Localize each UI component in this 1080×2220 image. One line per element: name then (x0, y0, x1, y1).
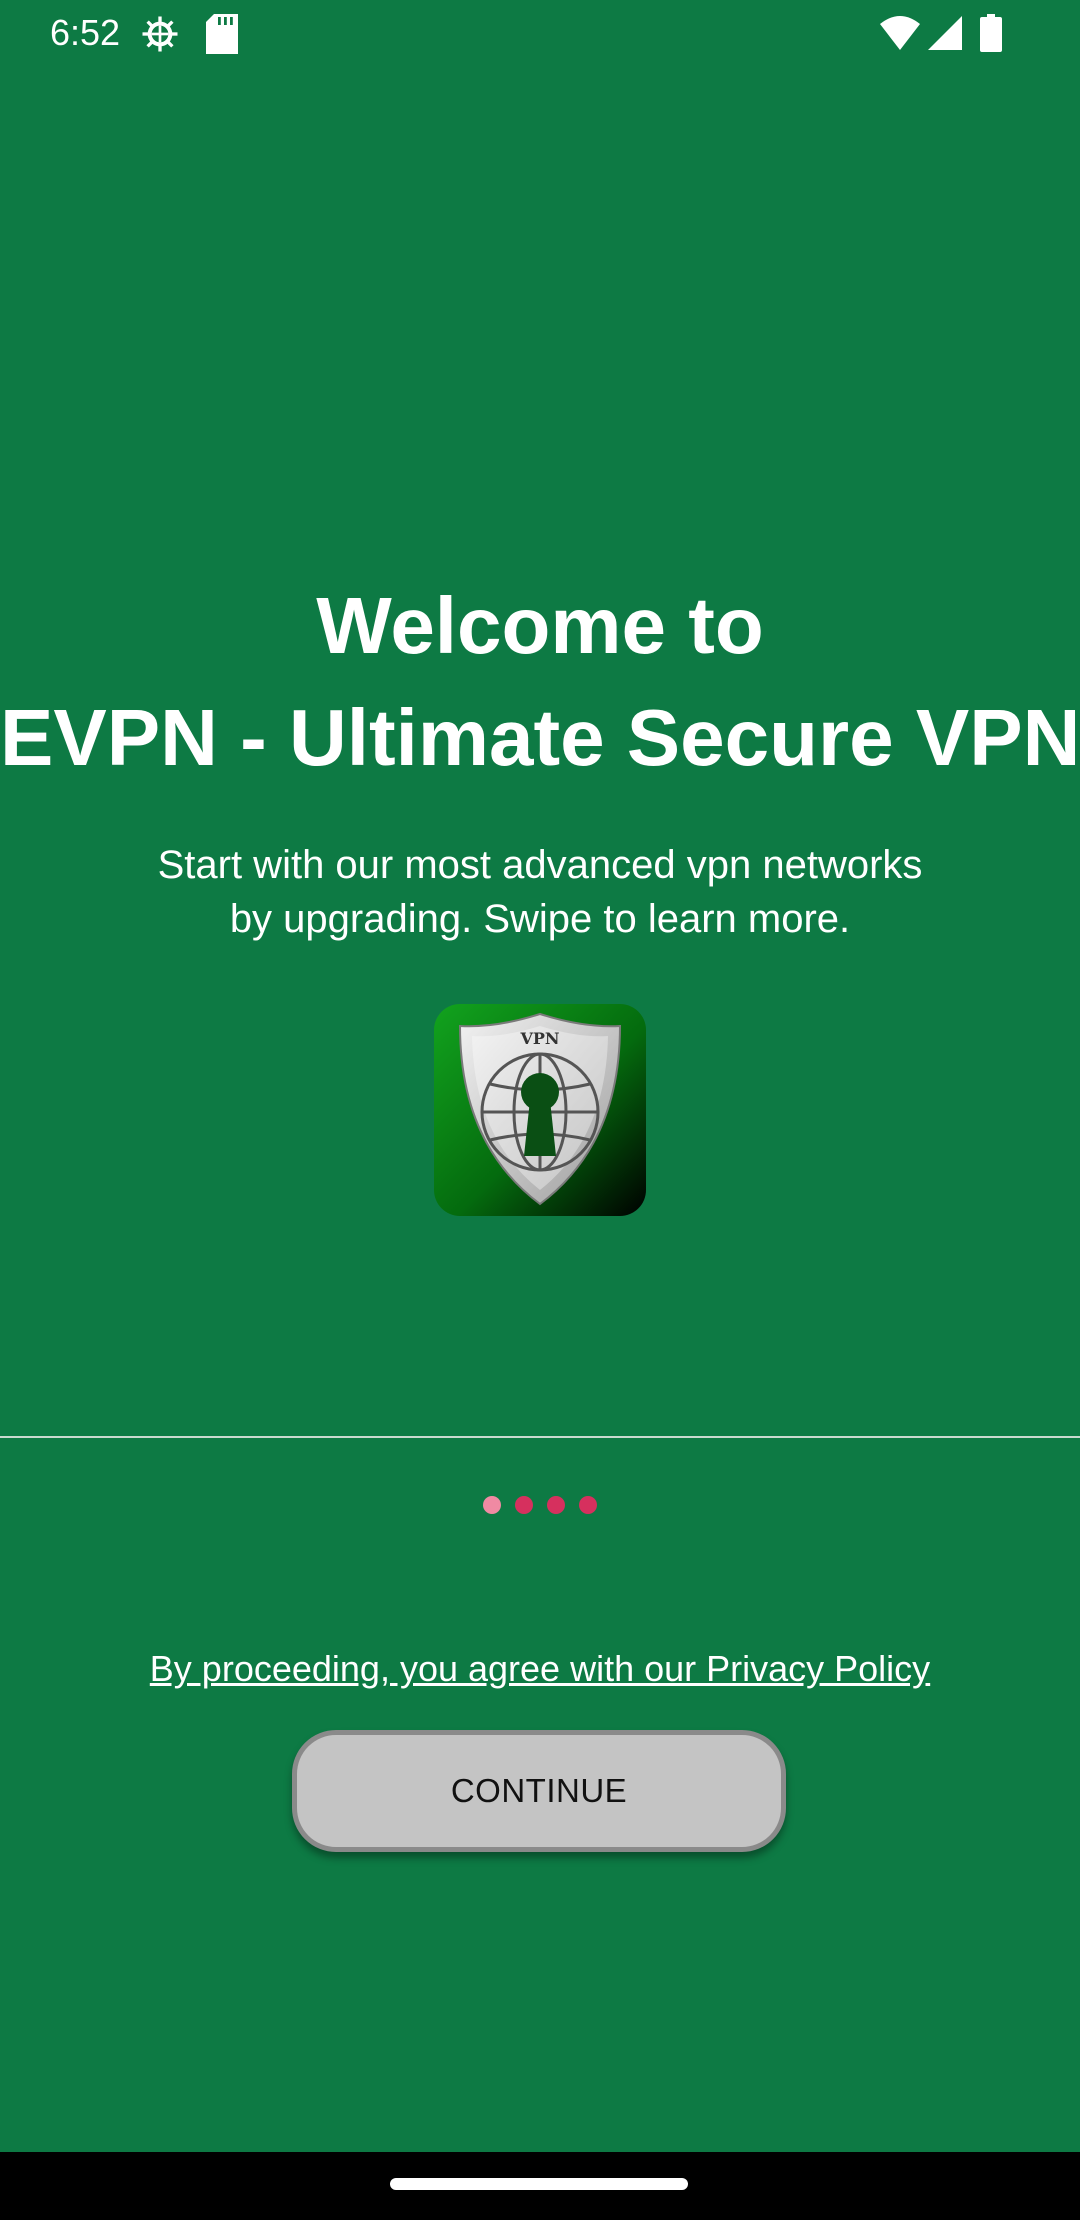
cellular-signal-icon (928, 16, 962, 55)
page-dot-1[interactable] (483, 1496, 501, 1514)
wifi-icon (880, 16, 920, 55)
vpn-shield-keyhole-icon: VPN (434, 1004, 646, 1216)
welcome-title-line2: EVPN - Ultimate Secure VPN (0, 693, 1080, 782)
status-time: 6:52 (50, 12, 121, 53)
page-dot-3[interactable] (547, 1496, 565, 1514)
battery-icon (980, 14, 1002, 57)
settings-gear-icon (140, 14, 180, 59)
welcome-title-line1: Welcome to (316, 581, 764, 670)
page-dot-2[interactable] (515, 1496, 533, 1514)
subtitle-line1: Start with our most advanced vpn network… (157, 843, 923, 887)
sd-card-icon (206, 14, 238, 59)
page-dot-4[interactable] (579, 1496, 597, 1514)
continue-button[interactable]: CONTINUE (292, 1730, 786, 1852)
home-indicator[interactable] (390, 2178, 688, 2190)
welcome-subtitle: Start with our most advanced vpn network… (60, 838, 1020, 946)
navigation-bar (0, 2152, 1080, 2220)
status-bar: 6:52 (0, 0, 1080, 66)
privacy-policy-link[interactable]: By proceeding, you agree with our Privac… (0, 1648, 1080, 1690)
subtitle-line2: by upgrading. Swipe to learn more. (229, 897, 851, 941)
page-indicator (0, 1496, 1080, 1514)
logo-badge-text: VPN (519, 1029, 559, 1048)
divider (0, 1436, 1080, 1438)
welcome-title: Welcome to EVPN - Ultimate Secure VPN (0, 570, 1080, 794)
